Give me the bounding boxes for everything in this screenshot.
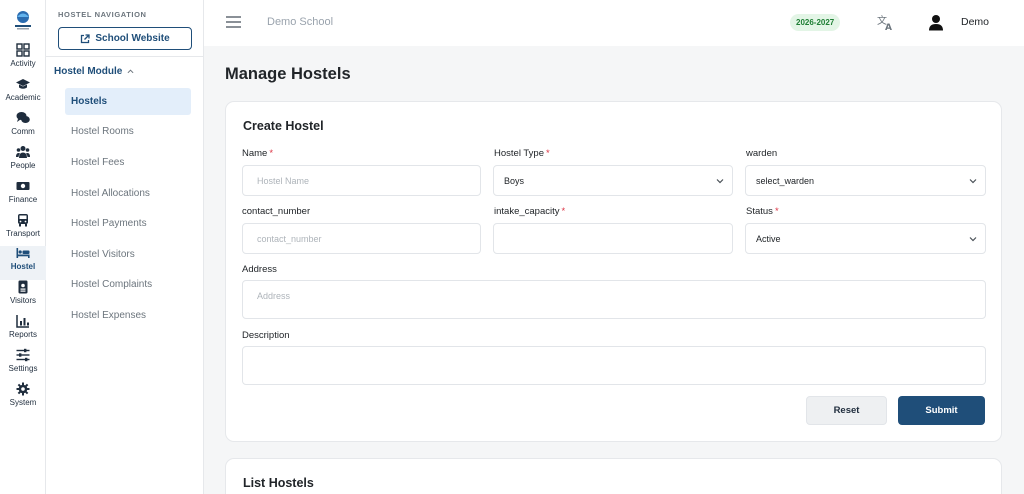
bus-icon <box>18 214 28 227</box>
graduation-cap-icon <box>16 79 30 89</box>
contact-number-label: contact_number <box>242 206 311 217</box>
create-hostel-card: Create Hostel Name * Hostel Name Hostel T… <box>225 101 1002 442</box>
status-label-text: Status <box>746 206 773 217</box>
list-title: List Hostels <box>243 476 314 490</box>
school-logo-icon[interactable] <box>10 8 36 32</box>
module-label: Hostel Module <box>54 66 123 77</box>
rail-label: Hostel <box>10 262 36 271</box>
rail-label: Activity <box>10 59 36 68</box>
users-icon <box>16 146 30 158</box>
description-label: Description <box>242 330 290 341</box>
chevron-down-icon <box>716 179 724 184</box>
address-label: Address <box>242 264 277 275</box>
rail-label: Transport <box>6 229 40 238</box>
warden-value: select_warden <box>756 175 815 186</box>
sidebar-item-hostel-rooms[interactable]: Hostel Rooms <box>65 118 191 145</box>
chevron-down-icon <box>969 179 977 184</box>
rail-item-activity[interactable]: Activity <box>0 43 46 77</box>
chevron-up-icon <box>127 69 134 74</box>
sidebar-item-hostel-expenses[interactable]: Hostel Expenses <box>65 302 191 329</box>
hostel-sidebar: HOSTEL NAVIGATION School Website Hostel … <box>46 0 204 494</box>
school-website-button[interactable]: School Website <box>58 27 192 50</box>
required-marker: * <box>269 148 274 159</box>
translate-icon[interactable]: 文A <box>877 14 894 31</box>
list-hostels-card: List Hostels <box>225 458 1002 494</box>
reset-button[interactable]: Reset <box>806 396 887 425</box>
name-label-text: Name <box>242 148 268 159</box>
rail-label: Finance <box>8 195 38 204</box>
required-marker: * <box>561 206 566 217</box>
external-link-icon <box>81 33 91 43</box>
sidebar-item-hostel-visitors[interactable]: Hostel Visitors <box>65 241 191 268</box>
rail-item-hostel[interactable]: Hostel <box>0 246 46 280</box>
grid-icon <box>16 43 30 57</box>
status-value: Active <box>756 233 781 244</box>
required-marker: * <box>546 148 550 159</box>
required-marker: * <box>774 206 779 217</box>
rail-label: Comm <box>11 127 35 136</box>
hamburger-menu-icon[interactable] <box>226 15 241 29</box>
warden-label: warden <box>746 148 778 159</box>
rail-label: Visitors <box>9 296 37 305</box>
rail-label: Settings <box>8 364 38 373</box>
rail-item-transport[interactable]: Transport <box>0 213 46 247</box>
submit-button[interactable]: Submit <box>898 396 985 425</box>
bed-icon <box>16 248 30 258</box>
rail-item-academic[interactable]: Academic <box>0 77 46 111</box>
bar-chart-icon <box>16 315 29 328</box>
rail-label: System <box>9 398 37 407</box>
comments-icon <box>16 112 30 123</box>
rail-item-finance[interactable]: Finance <box>0 179 46 213</box>
address-textarea[interactable]: Address <box>242 280 986 319</box>
description-textarea[interactable] <box>242 346 986 385</box>
sidebar-item-hostel-fees[interactable]: Hostel Fees <box>65 149 191 176</box>
rail-label: People <box>10 161 36 170</box>
icon-rail: Activity Academic Comm People Finance Tr… <box>0 0 46 494</box>
sliders-icon <box>16 348 30 362</box>
card-title: Create Hostel <box>243 119 324 133</box>
top-header: Demo School 2026-2027 文A Demo <box>204 0 1024 46</box>
gear-icon <box>16 382 30 396</box>
page-title: Manage Hostels <box>225 65 351 83</box>
school-website-label: School Website <box>95 33 170 44</box>
rail-item-visitors[interactable]: Visitors <box>0 280 46 314</box>
money-icon <box>16 182 30 190</box>
sidebar-item-hostel-complaints[interactable]: Hostel Complaints <box>65 271 191 298</box>
hostel-type-value: Boys <box>504 175 525 186</box>
intake-capacity-label-text: intake_capacity <box>494 206 560 217</box>
hostel-type-label: Hostel Type * <box>494 148 550 159</box>
rail-item-reports[interactable]: Reports <box>0 314 46 348</box>
hostel-type-select[interactable]: Boys <box>493 165 733 196</box>
contact-number-input[interactable]: contact_number <box>242 223 481 254</box>
id-badge-icon <box>18 280 28 294</box>
svg-text:A: A <box>885 23 892 31</box>
intake-capacity-label: intake_capacity * <box>494 206 565 217</box>
hostel-type-label-text: Hostel Type <box>494 148 544 159</box>
divider <box>46 56 204 57</box>
school-name: Demo School <box>267 16 334 28</box>
warden-select[interactable]: select_warden <box>745 165 986 196</box>
hostel-module-toggle[interactable]: Hostel Module <box>54 66 134 77</box>
sidebar-item-hostel-payments[interactable]: Hostel Payments <box>65 210 191 237</box>
name-label: Name * <box>242 148 273 159</box>
hostel-name-input[interactable]: Hostel Name <box>242 165 481 196</box>
sidebar-item-hostels[interactable]: Hostels <box>65 88 191 115</box>
user-avatar-icon[interactable] <box>928 14 944 31</box>
rail-label: Academic <box>5 93 41 102</box>
intake-capacity-input[interactable] <box>493 223 733 254</box>
session-year-badge[interactable]: 2026-2027 <box>790 14 841 31</box>
rail-label: Reports <box>8 330 37 339</box>
user-name[interactable]: Demo <box>961 16 989 28</box>
chevron-down-icon <box>969 237 977 242</box>
rail-item-comm[interactable]: Comm <box>0 111 46 145</box>
status-label: Status * <box>746 206 779 217</box>
rail-item-settings[interactable]: Settings <box>0 348 46 382</box>
sidebar-heading: HOSTEL NAVIGATION <box>58 10 147 19</box>
rail-item-system[interactable]: System <box>0 382 46 416</box>
sidebar-item-hostel-allocations[interactable]: Hostel Allocations <box>65 180 191 207</box>
rail-item-people[interactable]: People <box>0 145 46 179</box>
status-select[interactable]: Active <box>745 223 986 254</box>
